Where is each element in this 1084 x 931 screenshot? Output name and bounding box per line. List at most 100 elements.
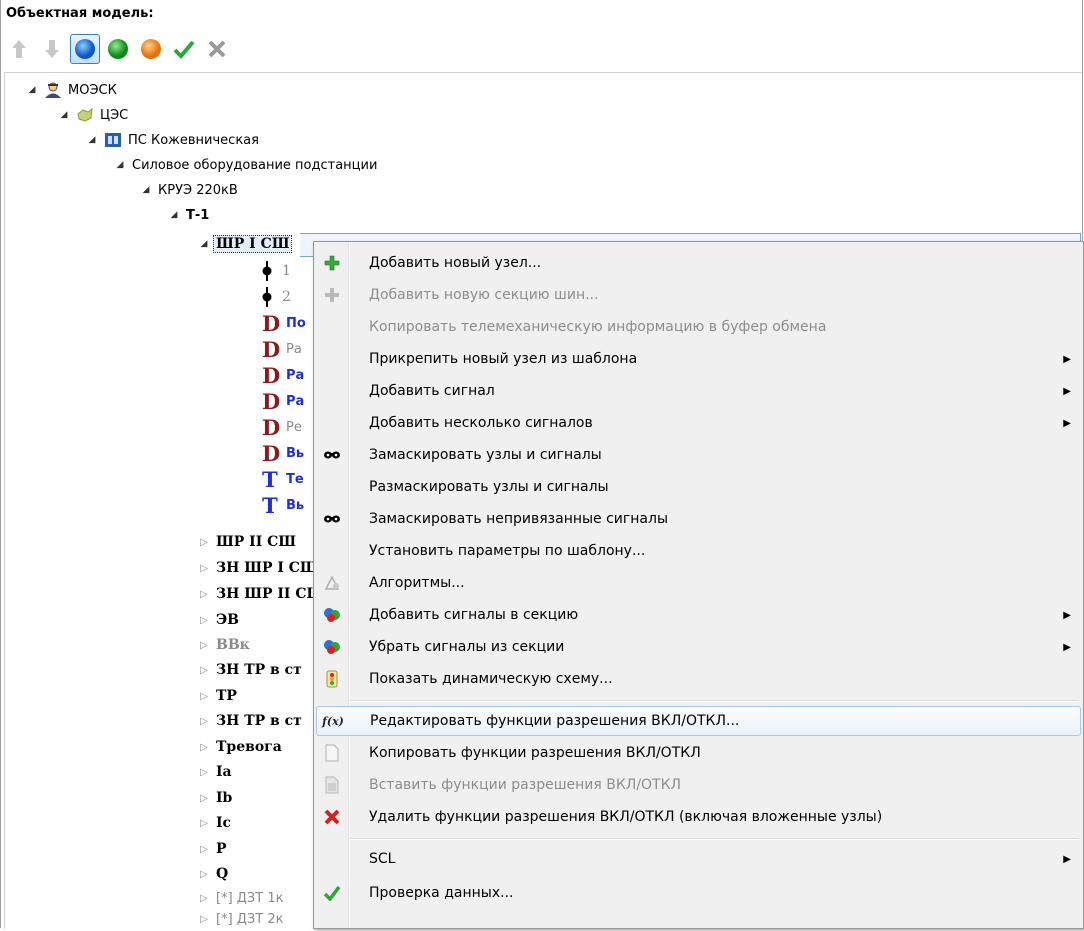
expanded-triangle-icon[interactable]: ◢ — [114, 160, 126, 170]
tree-node-discrete[interactable]: D Ра — [262, 388, 304, 414]
menu-item-mask-unbound[interactable]: Замаскировать непривязанные сигналы — [316, 504, 1081, 534]
collapsed-triangle-icon[interactable]: ▷ — [198, 844, 210, 855]
tree-node-collapsed[interactable]: ▷ Ic — [198, 811, 231, 835]
cancel-button[interactable] — [202, 34, 232, 64]
tree-node-connector-2[interactable]: 2 — [258, 285, 291, 309]
substation-icon — [104, 131, 122, 149]
tree-node-discrete[interactable]: D Вь — [262, 441, 304, 466]
menu-item-show-scheme[interactable]: Показать динамическую схему... — [316, 664, 1081, 694]
menu-item-copy-telemetry[interactable]: Копировать телемеханическую информацию в… — [316, 312, 1081, 342]
collapsed-triangle-icon[interactable]: ▷ — [198, 691, 210, 702]
tree-node-collapsed[interactable]: ▷ ТР — [198, 684, 237, 708]
menu-item-unmask[interactable]: Размаскировать узлы и сигналы — [316, 472, 1081, 502]
discrete-signal-icon: D — [262, 336, 281, 362]
tree-node-label: Ра — [286, 341, 302, 357]
menu-item-remove-from-section[interactable]: Убрать сигналы из секции ▶ — [316, 632, 1081, 662]
tree-node-telemetry[interactable]: T Вь — [262, 493, 304, 518]
tree-node-collapsed[interactable]: ▷ Тревога — [198, 735, 282, 759]
menu-item-add-signals[interactable]: Добавить несколько сигналов ▶ — [316, 408, 1081, 438]
apply-button[interactable] — [169, 34, 199, 64]
menu-item-copy-functions[interactable]: Копировать функции разрешения ВКЛ/ОТКЛ — [316, 738, 1081, 768]
collapsed-triangle-icon[interactable]: ▷ — [198, 914, 210, 925]
expanded-triangle-icon[interactable]: ◢ — [86, 135, 98, 145]
expanded-triangle-icon[interactable]: ◢ — [26, 85, 38, 95]
collapsed-triangle-icon[interactable]: ▷ — [198, 869, 210, 880]
tree-node-collapsed[interactable]: ▷ P — [198, 837, 226, 861]
tree-node-discrete[interactable]: D По — [262, 311, 306, 336]
tree-node-collapsed[interactable]: ▷ ЗН ТР в ст — [198, 709, 302, 733]
expanded-triangle-icon[interactable]: ◢ — [168, 210, 180, 220]
toolbar — [4, 32, 232, 66]
collapsed-triangle-icon[interactable]: ▷ — [198, 818, 210, 829]
collapsed-triangle-icon[interactable]: ▷ — [198, 665, 210, 676]
tree-node-collapsed[interactable]: ▷ ШР II СШ — [198, 530, 296, 554]
menu-item-scl[interactable]: SCL ▶ — [316, 844, 1081, 874]
tree-node-label: [*] ДЗТ 2к — [216, 911, 284, 927]
tree-node-label: ВВк — [216, 637, 250, 653]
tree-node-discrete[interactable]: D Ра — [262, 363, 304, 388]
expanded-triangle-icon[interactable]: ◢ — [198, 239, 210, 249]
collapsed-triangle-icon[interactable]: ▷ — [198, 537, 210, 548]
discrete-signal-icon: D — [262, 414, 281, 440]
tree-node-discrete[interactable]: D Ре — [262, 414, 302, 440]
checkmark-icon — [173, 40, 195, 59]
tree-node-connector-1[interactable]: 1 — [258, 259, 291, 283]
tree-node-label: КРУЭ 220кВ — [158, 182, 238, 198]
menu-item-set-params[interactable]: Установить параметры по шаблону... — [316, 536, 1081, 566]
collapsed-triangle-icon[interactable]: ▷ — [198, 563, 210, 574]
menu-item-add-section[interactable]: Добавить новую секцию шин... — [316, 280, 1081, 310]
menu-item-edit-functions[interactable]: f(x) Редактировать функции разрешения ВК… — [316, 706, 1081, 736]
collapsed-triangle-icon[interactable]: ▷ — [198, 793, 210, 804]
menu-item-paste-functions[interactable]: Вставить функции разрешения ВКЛ/ОТКЛ — [316, 770, 1081, 800]
green-filter-button[interactable] — [103, 34, 133, 64]
collapsed-triangle-icon[interactable]: ▷ — [198, 742, 210, 753]
tree-node-collapsed[interactable]: ▷ Ib — [198, 786, 232, 810]
tree-node-label: ПС Кожевническая — [128, 132, 259, 148]
tree-node-collapsed[interactable]: ▷ Ia — [198, 760, 231, 784]
tree-node-moesk[interactable]: ◢ МОЭСК — [26, 78, 117, 102]
mask-icon — [316, 440, 348, 470]
submenu-arrow-icon: ▶ — [1063, 609, 1071, 621]
tree-node-collapsed[interactable]: ▷ ЗН ТР в ст — [198, 658, 302, 682]
menu-item-attach-template[interactable]: Прикрепить новый узел из шаблона ▶ — [316, 344, 1081, 374]
menu-item-algorithms[interactable]: Алгоритмы... — [316, 568, 1081, 598]
menu-item-add-node[interactable]: Добавить новый узел... — [316, 248, 1081, 278]
menu-item-add-to-section[interactable]: Добавить сигналы в секцию ▶ — [316, 600, 1081, 630]
tree-node-collapsed[interactable]: ▷ [*] ДЗТ 2к — [198, 907, 283, 931]
tree-node-t1[interactable]: ◢ Т-1 — [168, 203, 210, 227]
collapsed-triangle-icon[interactable]: ▷ — [198, 716, 210, 727]
discrete-signal-icon: D — [262, 388, 281, 414]
tree-node-ps[interactable]: ◢ ПС Кожевническая — [86, 128, 259, 152]
tree-node-label: Ib — [216, 790, 233, 806]
tree-node-ces[interactable]: ◢ ЦЭС — [58, 103, 129, 127]
tree-node-label: Те — [286, 471, 304, 487]
collapsed-triangle-icon[interactable]: ▷ — [198, 767, 210, 778]
colored-balls-icon — [316, 632, 348, 662]
menu-item-mask[interactable]: Замаскировать узлы и сигналы — [316, 440, 1081, 470]
collapsed-triangle-icon[interactable]: ▷ — [198, 640, 210, 651]
tree-node-shr1-selected[interactable]: ◢ ШР I СШ — [198, 232, 293, 256]
menu-item-check-data[interactable]: Проверка данных... — [316, 878, 1081, 908]
expanded-triangle-icon[interactable]: ◢ — [140, 185, 152, 195]
tree-node-collapsed[interactable]: ▷ Q — [198, 862, 228, 886]
move-up-button[interactable] — [4, 34, 34, 64]
menu-item-delete-functions[interactable]: Удалить функции разрешения ВКЛ/ОТКЛ (вкл… — [316, 802, 1081, 832]
tree-node-collapsed[interactable]: ▷ ВВк — [198, 633, 250, 657]
tree-node-discrete[interactable]: D Ра — [262, 336, 302, 362]
expanded-triangle-icon[interactable]: ◢ — [58, 110, 70, 120]
collapsed-triangle-icon[interactable]: ▷ — [198, 615, 210, 626]
tree-node-collapsed[interactable]: ▷ ЗН ШР II СШ — [198, 582, 324, 606]
tree-node-kruz[interactable]: ◢ КРУЭ 220кВ — [140, 178, 238, 202]
blue-filter-button[interactable] — [70, 34, 100, 64]
tree-node-telemetry[interactable]: T Те — [262, 467, 304, 492]
collapsed-triangle-icon[interactable]: ▷ — [198, 893, 210, 904]
tree-node-collapsed[interactable]: ▷ ЭВ — [198, 608, 239, 632]
connector-icon — [258, 287, 276, 307]
tree-node-label: ШР I СШ — [213, 235, 293, 253]
tree-node-equipment[interactable]: ◢ Силовое оборудование подстанции — [114, 153, 378, 177]
menu-item-add-signal[interactable]: Добавить сигнал ▶ — [316, 376, 1081, 406]
collapsed-triangle-icon[interactable]: ▷ — [198, 589, 210, 600]
move-down-button[interactable] — [37, 34, 67, 64]
orange-filter-button[interactable] — [136, 34, 166, 64]
tree-node-collapsed[interactable]: ▷ ЗН ШР I СШ — [198, 556, 318, 580]
